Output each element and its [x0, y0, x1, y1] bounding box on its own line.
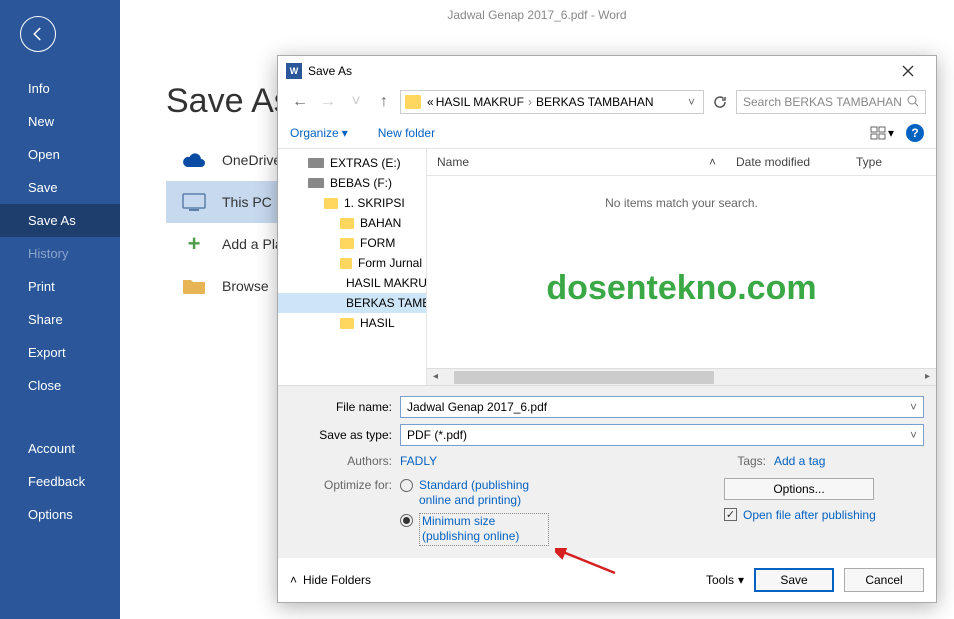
file-list: Name˄ Date modified Type No items match … — [426, 149, 936, 385]
organize-button[interactable]: Organize ▾ — [290, 126, 348, 140]
tags-value[interactable]: Add a tag — [774, 454, 924, 468]
location-label: This PC — [222, 194, 272, 210]
column-name[interactable]: Name˄ — [427, 149, 726, 175]
chevron-down-icon[interactable]: ˅ — [910, 428, 917, 442]
nav-forward[interactable]: → — [316, 90, 340, 114]
back-button[interactable] — [20, 16, 56, 52]
chevron-down-icon[interactable]: ˅ — [910, 400, 917, 414]
authors-label: Authors: — [290, 454, 400, 468]
fold-icon — [340, 258, 352, 269]
hide-folders-toggle[interactable]: ˄ Hide Folders — [290, 573, 371, 587]
dialog-titlebar: W Save As — [278, 56, 936, 86]
filename-label: File name: — [290, 400, 400, 414]
sort-icon: ˄ — [709, 155, 716, 169]
chevron-down-icon: ▾ — [342, 126, 348, 140]
backstage-sidebar: Info New Open Save Save As History Print… — [0, 0, 120, 619]
sidebar-item-options[interactable]: Options — [0, 498, 120, 531]
sidebar-item-info[interactable]: Info — [0, 72, 120, 105]
sidebar-item-close[interactable]: Close — [0, 369, 120, 402]
tree-item[interactable]: Form Jurnal — [278, 253, 426, 273]
optimize-standard-radio[interactable]: Standard (publishing online and printing… — [400, 478, 549, 509]
pdf-options-button[interactable]: Options... — [724, 478, 874, 500]
sidebar-item-save[interactable]: Save — [0, 171, 120, 204]
refresh-button[interactable] — [708, 90, 732, 114]
fold-icon — [340, 218, 354, 229]
location-label: Browse — [222, 278, 269, 294]
sidebar-item-export[interactable]: Export — [0, 336, 120, 369]
window-title: Jadwal Genap 2017_6.pdf - Word — [120, 0, 954, 32]
tools-button[interactable]: Tools ▾ — [706, 573, 744, 587]
sidebar-item-account[interactable]: Account — [0, 432, 120, 465]
sidebar-item-saveas[interactable]: Save As — [0, 204, 120, 237]
tree-item[interactable]: HASIL — [278, 313, 426, 333]
filename-input[interactable]: Jadwal Genap 2017_6.pdf˅ — [400, 396, 924, 418]
chevron-down-icon[interactable]: ˅ — [684, 95, 699, 109]
sidebar-item-share[interactable]: Share — [0, 303, 120, 336]
folder-icon — [180, 275, 208, 297]
folder-icon — [405, 95, 421, 109]
nav-history[interactable]: ˅ — [344, 90, 368, 114]
sidebar-item-history[interactable]: History — [0, 237, 120, 270]
optimize-minimum-radio[interactable]: Minimum size (publishing online) — [400, 513, 549, 546]
drive-icon — [308, 158, 324, 168]
help-icon[interactable]: ? — [906, 124, 924, 142]
location-label: OneDrive — [222, 152, 281, 168]
save-as-dialog: W Save As ← → ˅ ↑ « HASIL MAKRUF › BERKA… — [277, 55, 937, 603]
chevron-up-icon: ˄ — [290, 573, 297, 587]
watermark: dosentekno.com — [427, 269, 936, 308]
cancel-button[interactable]: Cancel — [844, 568, 924, 592]
column-type[interactable]: Type — [846, 149, 936, 175]
dialog-title: Save As — [308, 64, 888, 78]
authors-value[interactable]: FADLY — [400, 454, 437, 468]
radio-icon — [400, 479, 413, 492]
open-after-checkbox[interactable]: Open file after publishing — [724, 508, 924, 522]
new-folder-button[interactable]: New folder — [378, 126, 435, 140]
horizontal-scrollbar[interactable]: ◂▸ — [427, 368, 936, 385]
tree-item[interactable]: EXTRAS (E:) — [278, 153, 426, 173]
nav-back[interactable]: ← — [288, 90, 312, 114]
sidebar-item-print[interactable]: Print — [0, 270, 120, 303]
savetype-label: Save as type: — [290, 428, 400, 442]
empty-message: No items match your search. — [427, 196, 936, 210]
fold-icon — [324, 198, 338, 209]
sidebar-item-new[interactable]: New — [0, 105, 120, 138]
tree-item[interactable]: FORM — [278, 233, 426, 253]
breadcrumb[interactable]: « HASIL MAKRUF › BERKAS TAMBAHAN ˅ — [400, 90, 704, 114]
tree-item[interactable]: BERKAS TAMBAHAN — [278, 293, 426, 313]
folder-tree[interactable]: EXTRAS (E:)BEBAS (F:)1. SKRIPSIBAHANFORM… — [278, 149, 426, 385]
checkbox-icon — [724, 508, 737, 521]
fold-icon — [340, 238, 354, 249]
sidebar-item-open[interactable]: Open — [0, 138, 120, 171]
tree-item[interactable]: BEBAS (F:) — [278, 173, 426, 193]
tree-item[interactable]: BAHAN — [278, 213, 426, 233]
optimize-label: Optimize for: — [290, 478, 400, 550]
close-button[interactable] — [888, 57, 928, 85]
nav-up[interactable]: ↑ — [372, 90, 396, 114]
tree-item[interactable]: HASIL MAKRUF — [278, 273, 426, 293]
save-button[interactable]: Save — [754, 568, 834, 592]
view-button[interactable]: ▾ — [870, 126, 894, 140]
pc-icon — [180, 191, 208, 213]
column-date[interactable]: Date modified — [726, 149, 846, 175]
fold-icon — [340, 318, 354, 329]
word-icon: W — [286, 63, 302, 79]
search-icon — [907, 95, 919, 110]
tree-item[interactable]: 1. SKRIPSI — [278, 193, 426, 213]
plus-icon: + — [180, 233, 208, 255]
savetype-select[interactable]: PDF (*.pdf)˅ — [400, 424, 924, 446]
radio-icon — [400, 514, 413, 527]
sidebar-item-feedback[interactable]: Feedback — [0, 465, 120, 498]
search-input[interactable]: Search BERKAS TAMBAHAN — [736, 90, 926, 114]
drive-icon — [308, 178, 324, 188]
cloud-icon — [180, 149, 208, 171]
tags-label: Tags: — [437, 454, 774, 468]
